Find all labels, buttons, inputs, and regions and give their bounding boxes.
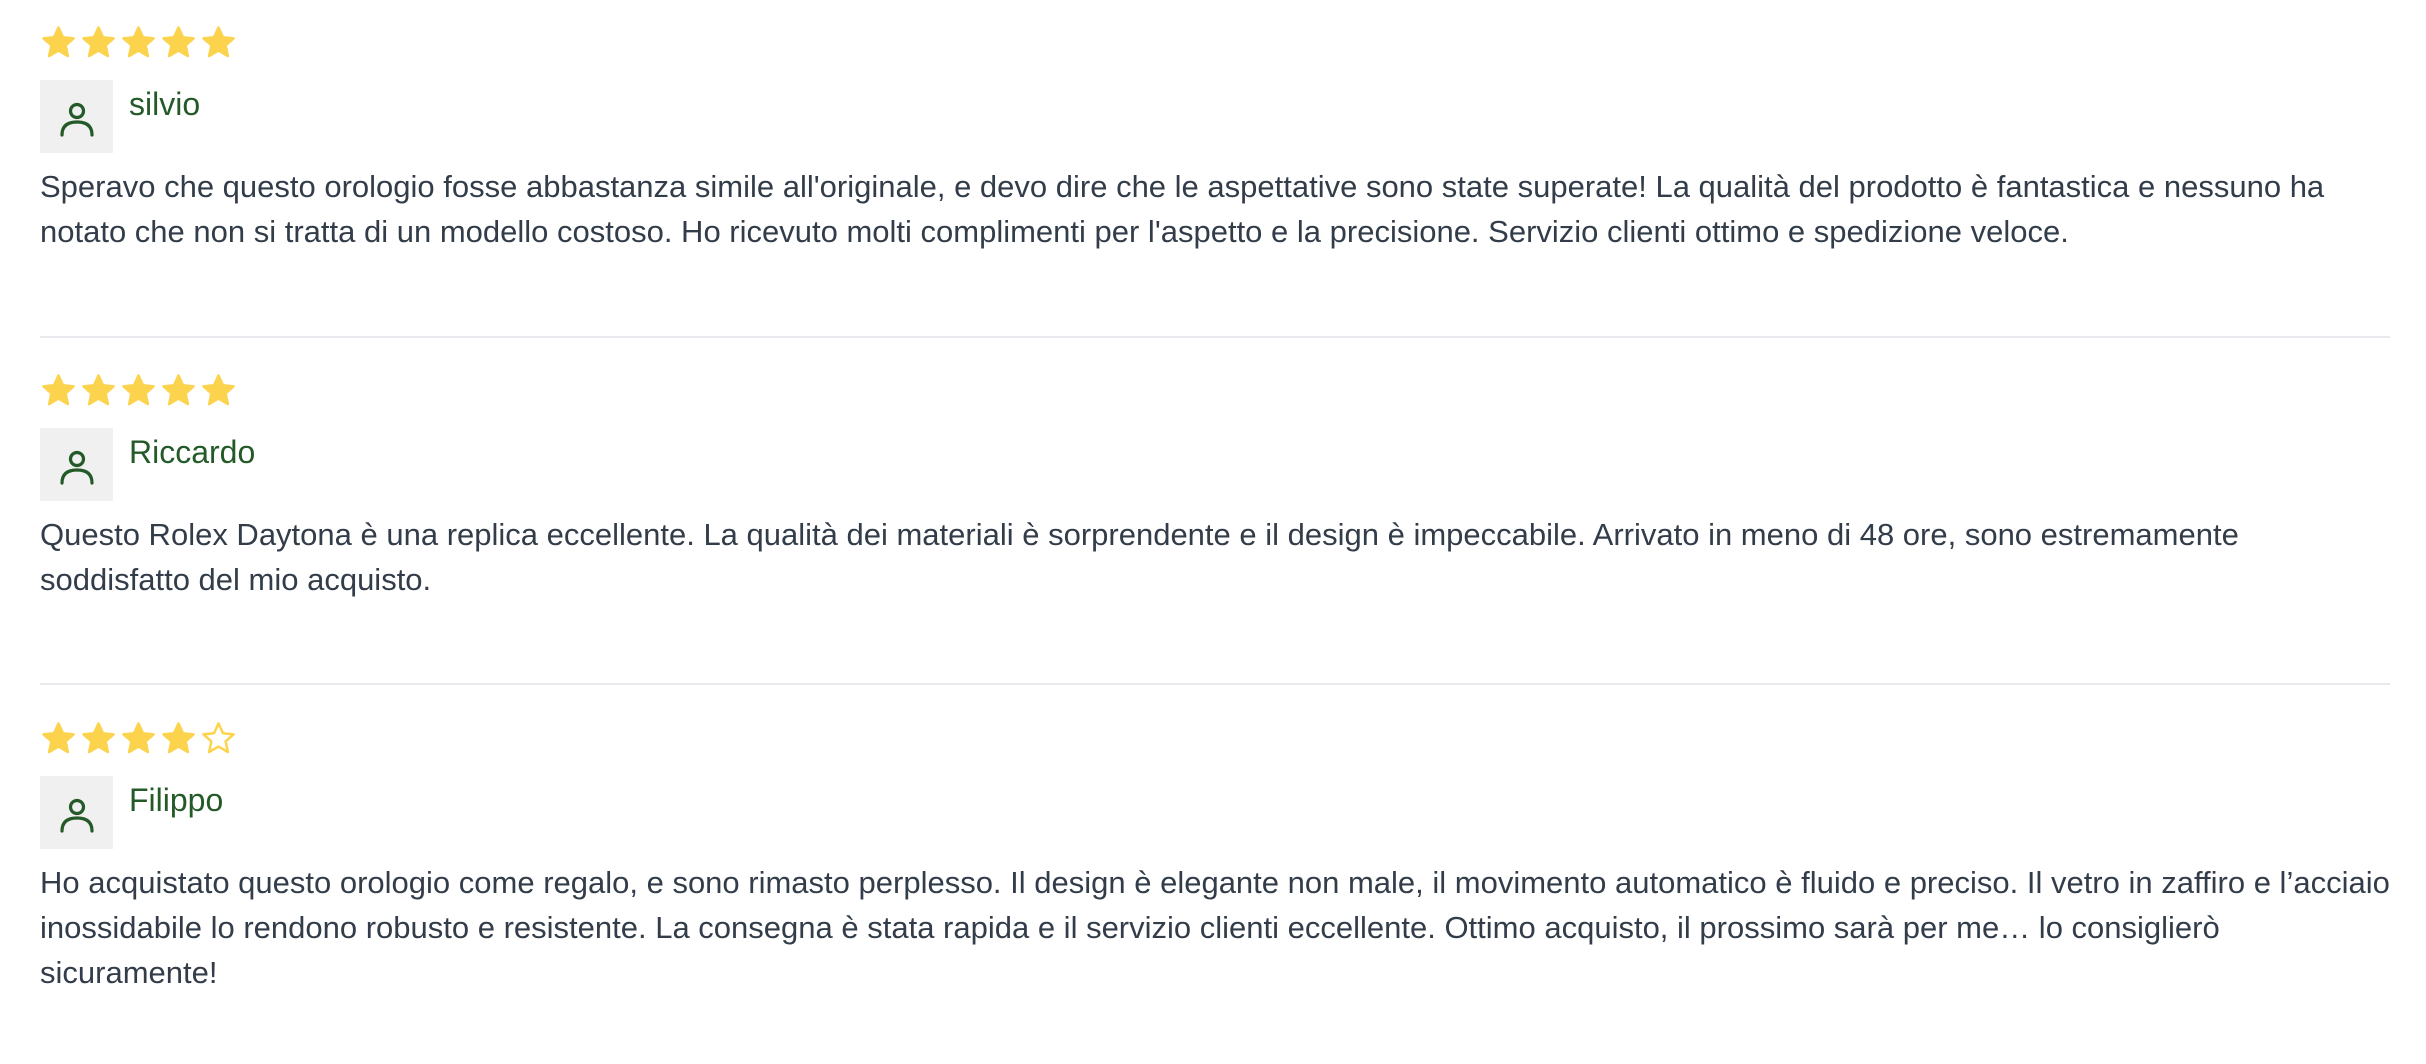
star-filled-icon [80, 720, 117, 757]
star-outline-icon [200, 720, 237, 757]
avatar [40, 80, 113, 153]
review-author: Filippo [40, 776, 223, 849]
review-text: Ho acquistato questo orologio come regal… [40, 865, 2390, 990]
review-author: Riccardo [40, 428, 255, 501]
star-filled-icon [160, 24, 197, 61]
star-filled-icon [160, 372, 197, 409]
star-filled-icon [120, 372, 157, 409]
star-filled-icon [80, 372, 117, 409]
author-name: Filippo [129, 782, 224, 818]
star-filled-icon [160, 720, 197, 757]
author-name: Riccardo [129, 434, 256, 470]
star-filled-icon [40, 24, 77, 61]
reviews-list: silvio Speravo che questo orologio fosse… [0, 0, 2426, 1064]
review-text: Speravo che questo orologio fosse abbast… [40, 169, 2325, 249]
user-icon [59, 798, 94, 833]
star-filled-icon [40, 372, 77, 409]
author-name: silvio [129, 86, 201, 122]
star-filled-icon [200, 24, 237, 61]
review-divider [40, 683, 2390, 685]
review-text: Questo Rolex Daytona è una replica eccel… [40, 517, 2239, 597]
avatar [40, 776, 113, 849]
user-icon [59, 102, 94, 137]
star-rating [40, 372, 237, 412]
avatar [40, 428, 113, 501]
star-filled-icon [200, 372, 237, 409]
review-author: silvio [40, 80, 200, 153]
star-rating [40, 24, 237, 64]
review-divider [40, 336, 2390, 338]
star-filled-icon [80, 24, 117, 61]
star-filled-icon [40, 720, 77, 757]
star-rating [40, 720, 237, 760]
user-icon [59, 450, 94, 485]
star-filled-icon [120, 720, 157, 757]
star-filled-icon [120, 24, 157, 61]
